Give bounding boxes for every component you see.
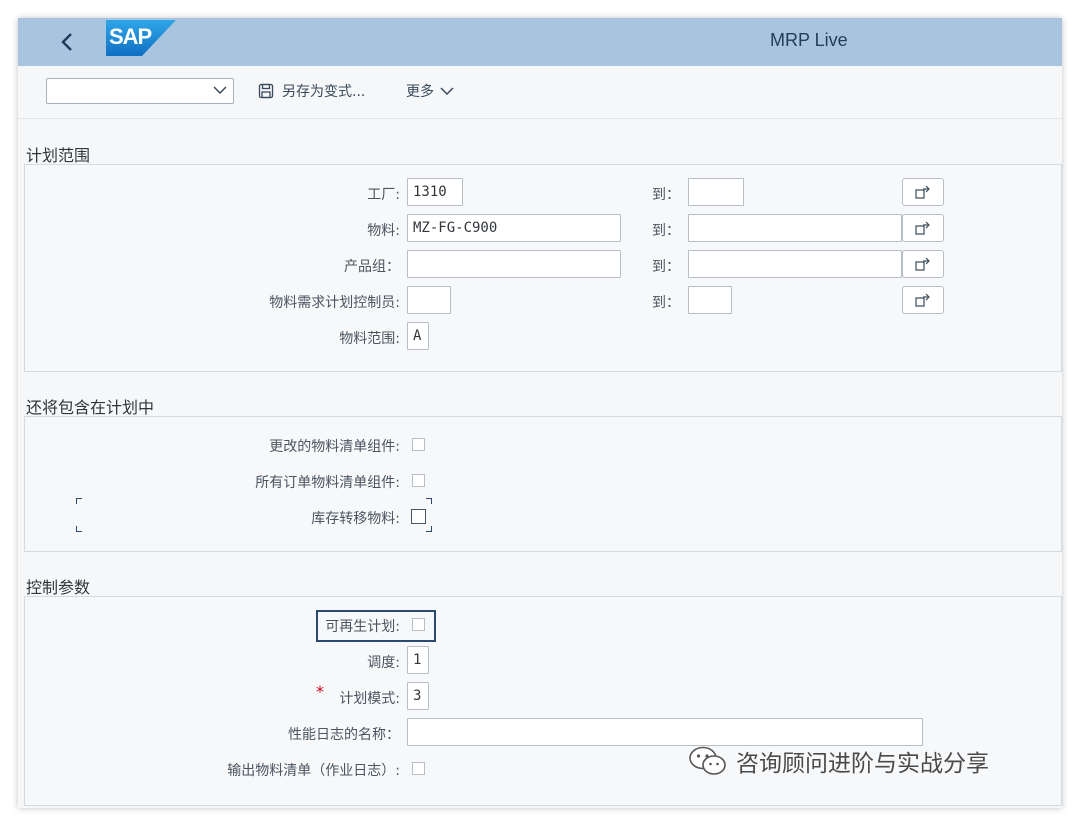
- plant-to-input[interactable]: [688, 178, 744, 206]
- chevron-down-icon: [213, 86, 227, 95]
- toolbar: 另存为变式... 更多: [18, 66, 1062, 119]
- material-scope-input[interactable]: A: [407, 322, 429, 350]
- multiple-selection-icon: [915, 257, 930, 271]
- all-order-bom-components-checkbox[interactable]: [412, 474, 425, 487]
- mrp-controller-to-input[interactable]: [688, 286, 732, 314]
- required-asterisk: *: [316, 682, 324, 701]
- performance-log-name-input[interactable]: [407, 718, 923, 746]
- all-order-bom-components-label: 所有订单物料清单组件:: [255, 475, 400, 491]
- plant-label: 工厂:: [367, 187, 400, 203]
- changed-bom-components-checkbox[interactable]: [412, 438, 425, 451]
- also-include-panel: [24, 416, 1062, 552]
- focus-corner-icon: [426, 498, 432, 504]
- product-group-input[interactable]: [407, 250, 621, 278]
- material-label: 物料:: [367, 223, 400, 239]
- material-multiple-selection-button[interactable]: [902, 214, 944, 242]
- more-label: 更多: [406, 84, 434, 100]
- focus-corner-icon: [426, 526, 432, 532]
- save-as-variant-button[interactable]: 另存为变式...: [258, 80, 365, 102]
- watermark: 咨询顾问进阶与实战分享: [688, 744, 989, 778]
- product-group-label: 产品组：: [344, 259, 400, 275]
- scheduling-label: 调度:: [367, 655, 400, 671]
- wechat-icon: [689, 746, 726, 775]
- mrp-controller-input[interactable]: [407, 286, 451, 314]
- performance-log-name-label: 性能日志的名称：: [288, 727, 400, 743]
- multiple-selection-icon: [915, 221, 930, 235]
- app-title: MRP Live: [770, 30, 848, 50]
- material-to-label: 到：: [652, 223, 680, 239]
- chevron-down-icon: [440, 87, 454, 96]
- save-as-variant-label: 另存为变式...: [282, 84, 366, 100]
- multiple-selection-icon: [915, 185, 930, 199]
- shell-header: SAP MRP Live: [18, 18, 1062, 66]
- focus-corner-icon: [76, 526, 82, 532]
- sap-logo[interactable]: SAP: [106, 20, 176, 56]
- mrp-controller-label: 物料需求计划控制员:: [269, 295, 400, 311]
- output-bom-job-log-label: 输出物料清单（作业日志）:: [227, 763, 400, 779]
- changed-bom-components-label: 更改的物料清单组件:: [269, 439, 400, 455]
- chevron-left-icon: [61, 33, 72, 51]
- plant-to-label: 到：: [652, 187, 680, 203]
- planning-mode-label: 计划模式:: [339, 691, 400, 707]
- watermark-text: 咨询顾问进阶与实战分享: [736, 751, 989, 777]
- logo-text: SAP: [109, 24, 152, 49]
- mrp-controller-multiple-selection-button[interactable]: [902, 286, 944, 314]
- section-title-planning-scope: 计划范围: [26, 146, 91, 165]
- variant-select[interactable]: [46, 78, 234, 104]
- product-group-multiple-selection-button[interactable]: [902, 250, 944, 278]
- regenerative-planning-label: 可再生计划:: [325, 619, 400, 635]
- scheduling-input[interactable]: 1: [407, 646, 429, 674]
- planning-mode-input[interactable]: 3: [407, 682, 429, 710]
- app-window: SAP MRP Live 另存为变式... 更多 计划范围 工厂: 1310 到…: [18, 18, 1062, 808]
- plant-multiple-selection-button[interactable]: [902, 178, 944, 206]
- output-bom-job-log-checkbox[interactable]: [412, 762, 425, 775]
- multiple-selection-icon: [915, 293, 930, 307]
- plant-input[interactable]: 1310: [407, 178, 463, 206]
- product-group-to-input[interactable]: [688, 250, 902, 278]
- save-icon: [258, 83, 274, 99]
- mrp-controller-to-label: 到：: [652, 295, 680, 311]
- section-title-control-parameters: 控制参数: [26, 578, 91, 597]
- product-group-to-label: 到：: [652, 259, 680, 275]
- material-input[interactable]: MZ-FG-C900: [407, 214, 621, 242]
- regenerative-planning-checkbox[interactable]: [412, 618, 425, 631]
- section-title-also-include: 还将包含在计划中: [26, 398, 155, 417]
- more-button[interactable]: 更多: [406, 80, 454, 102]
- focus-corner-icon: [76, 498, 82, 504]
- stock-transfer-materials-label: 库存转移物料:: [311, 511, 400, 527]
- material-scope-label: 物料范围:: [339, 331, 400, 347]
- stock-transfer-materials-checkbox[interactable]: [411, 509, 426, 524]
- back-button[interactable]: [52, 26, 82, 58]
- material-to-input[interactable]: [688, 214, 902, 242]
